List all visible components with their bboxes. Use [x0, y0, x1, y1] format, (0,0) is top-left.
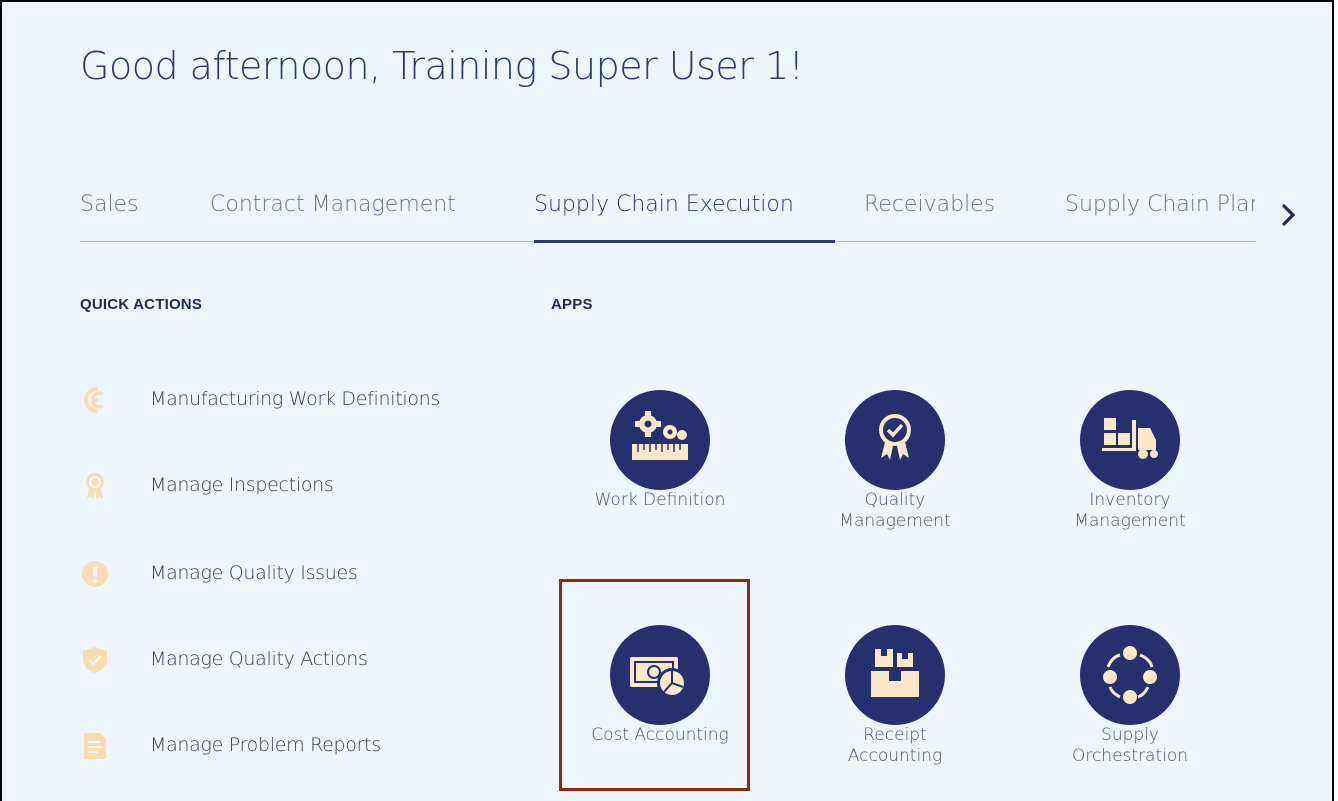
tab-sales[interactable]: Sales	[80, 192, 139, 217]
app-label: Receipt Accounting	[847, 725, 943, 766]
shield-check-icon	[80, 645, 110, 675]
app-label: Work Definition	[594, 490, 726, 510]
app-label: Supply Orchestration	[1071, 725, 1189, 766]
quick-action-manage-problem-reports[interactable]: Manage Problem Reports	[80, 729, 460, 763]
home-page: Good afternoon, Training Super User 1! S…	[0, 0, 1334, 801]
tab-contract-management[interactable]: Contract Management	[210, 192, 456, 217]
app-receipt-accounting[interactable]: Receipt Accounting	[795, 625, 995, 767]
exclamation-icon	[80, 559, 110, 589]
award-ribbon-icon	[845, 390, 945, 490]
forklift-icon	[1080, 390, 1180, 490]
apps-heading: APPS	[551, 296, 593, 313]
quick-action-label: Manage Quality Issues	[150, 562, 358, 584]
tab-supply-chain-planning-clip: Supply Chain Plar	[1065, 187, 1255, 227]
app-label: Quality Management	[839, 490, 951, 531]
boxes-icon	[845, 625, 945, 725]
cycle-nodes-icon	[1080, 625, 1180, 725]
app-label: Inventory Management	[1074, 490, 1186, 531]
tab-receivables[interactable]: Receivables	[864, 192, 995, 217]
quick-action-manage-inspections[interactable]: Manage Inspections	[80, 469, 460, 503]
app-quality-management[interactable]: Quality Management	[795, 390, 995, 532]
page-greeting: Good afternoon, Training Super User 1!	[80, 44, 804, 88]
app-label: Cost Accounting	[591, 725, 729, 745]
work-definitions-icon	[80, 385, 110, 415]
quick-action-manufacturing-work-definitions[interactable]: Manufacturing Work Definitions	[80, 383, 460, 417]
inspection-ribbon-icon	[80, 471, 110, 501]
active-tab-indicator	[534, 240, 835, 243]
quick-action-label: Manufacturing Work Definitions	[150, 388, 441, 410]
quick-action-manage-quality-actions[interactable]: Manage Quality Actions	[80, 643, 460, 677]
gears-ruler-icon	[610, 390, 710, 490]
tab-supply-chain-execution[interactable]: Supply Chain Execution	[534, 192, 794, 217]
app-work-definition[interactable]: Work Definition	[560, 390, 760, 511]
app-supply-orchestration[interactable]: Supply Orchestration	[1030, 625, 1230, 767]
money-pie-icon	[610, 625, 710, 725]
quick-action-label: Manage Inspections	[150, 474, 334, 496]
app-inventory-management[interactable]: Inventory Management	[1030, 390, 1230, 532]
document-edit-icon	[80, 731, 110, 761]
quick-action-label: Manage Quality Actions	[150, 648, 368, 670]
quick-actions-heading: QUICK ACTIONS	[80, 296, 203, 313]
quick-action-manage-quality-issues[interactable]: Manage Quality Issues	[80, 557, 460, 591]
tab-supply-chain-planning[interactable]: Supply Chain Plar	[1065, 187, 1255, 217]
app-cost-accounting[interactable]: Cost Accounting	[560, 625, 760, 746]
quick-action-label: Manage Problem Reports	[150, 734, 381, 756]
chevron-right-icon[interactable]	[1280, 203, 1298, 227]
